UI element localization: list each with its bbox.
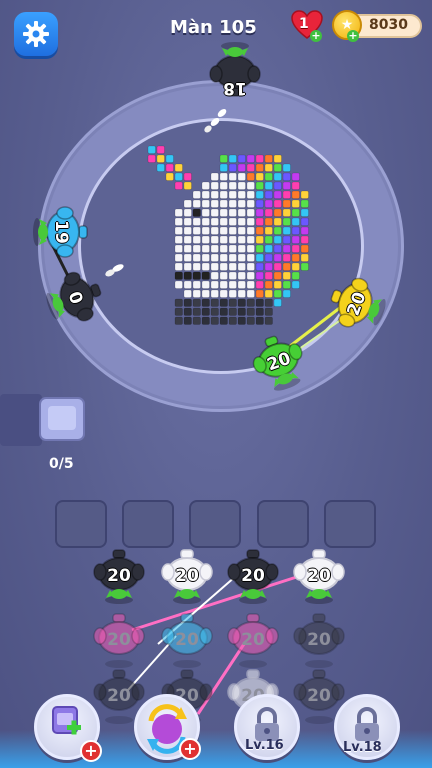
unit-value: 20 bbox=[241, 566, 265, 586]
unit-value: 20 bbox=[307, 630, 331, 650]
unit-value: 20 bbox=[107, 630, 131, 650]
grid-unit-cyan-1: 20 bbox=[160, 612, 214, 668]
grid-unit-black-2[interactable]: 20 bbox=[226, 548, 280, 604]
grid-unit-pink-1: 20 bbox=[92, 612, 146, 668]
locked-booster-2-label: Lv.18 bbox=[343, 740, 382, 755]
level-title: Màn 105 bbox=[170, 17, 257, 38]
queue-slot[interactable] bbox=[189, 500, 241, 548]
unit-value: 20 bbox=[107, 566, 131, 586]
unit-value: 20 bbox=[175, 630, 199, 650]
dispenser-count: 0/5 bbox=[49, 456, 74, 472]
unit-value: 20 bbox=[307, 566, 331, 586]
settings-button[interactable] bbox=[14, 12, 58, 56]
shuffle-plus-icon[interactable]: + bbox=[179, 738, 201, 760]
coin-amount: 8030 bbox=[369, 17, 408, 33]
unicorn-pixel-mosaic bbox=[147, 145, 309, 325]
add-lives-icon[interactable]: + bbox=[310, 30, 322, 42]
grid-unit-dark-1: 20 bbox=[292, 612, 346, 668]
queue-slot[interactable] bbox=[324, 500, 376, 548]
queue-slot[interactable] bbox=[55, 500, 107, 548]
unit-dispenser bbox=[0, 394, 85, 446]
queue-slot[interactable] bbox=[122, 500, 174, 548]
unit-value: 20 bbox=[175, 566, 199, 586]
ring-unit-black-top[interactable]: 18 bbox=[208, 42, 262, 98]
queue-slot[interactable] bbox=[257, 500, 309, 548]
locked-booster-1-label: Lv.16 bbox=[245, 738, 284, 753]
gear-icon bbox=[23, 21, 49, 47]
grid-unit-white-1[interactable]: 20 bbox=[160, 548, 214, 604]
unit-value: 20 bbox=[241, 630, 265, 650]
add-coins-icon[interactable]: + bbox=[347, 30, 359, 42]
grid-unit-black-1[interactable]: 20 bbox=[92, 548, 146, 604]
add-slot-plus-icon[interactable]: + bbox=[80, 740, 102, 762]
grid-unit-white-2[interactable]: 20 bbox=[292, 548, 346, 604]
ring-unit-blue-left[interactable]: 19 bbox=[33, 205, 89, 259]
lives-count: 1 bbox=[299, 16, 309, 32]
grid-unit-pink-2: 20 bbox=[226, 612, 280, 668]
